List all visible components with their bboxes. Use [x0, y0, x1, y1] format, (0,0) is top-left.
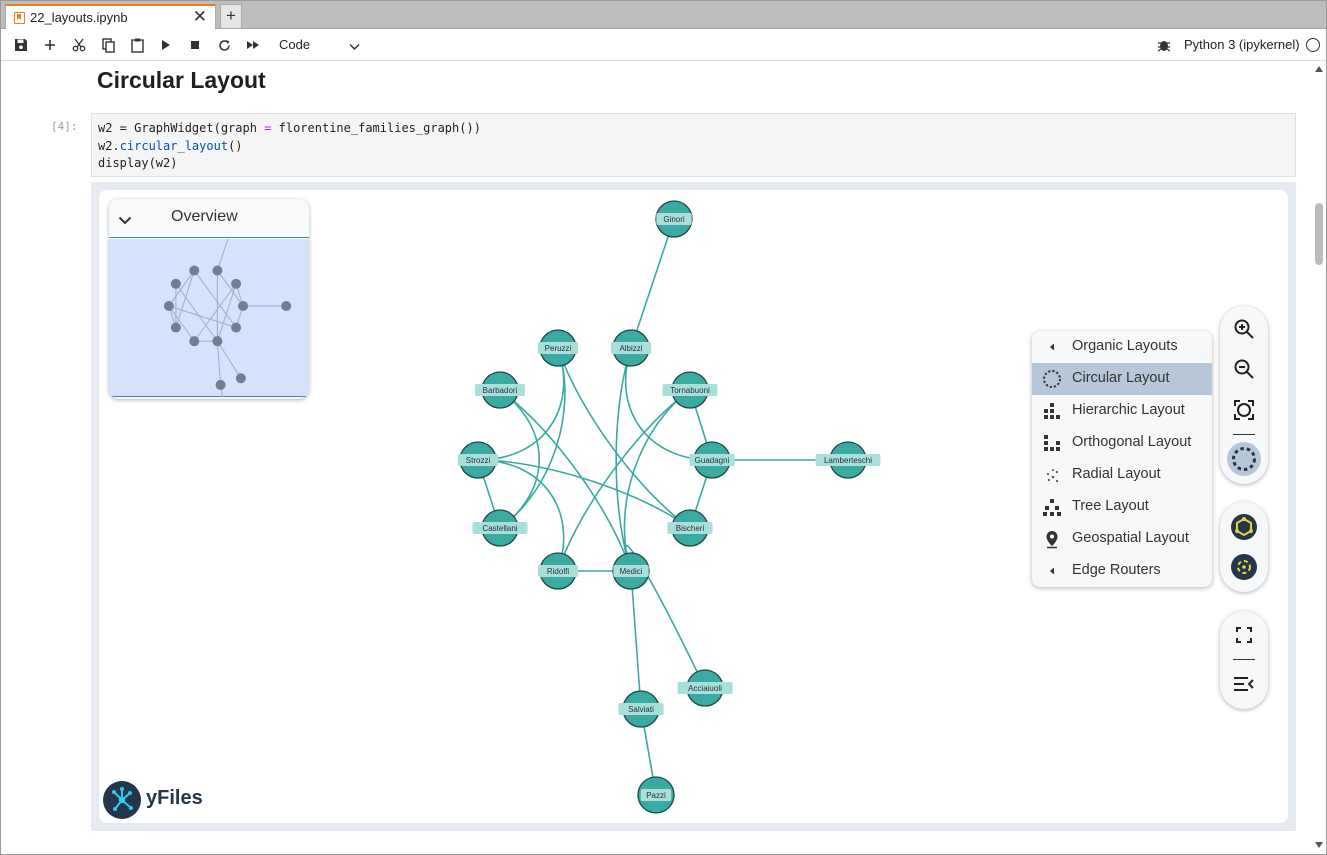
minimap-edge	[216, 340, 242, 379]
scroll-down-icon[interactable]	[1315, 842, 1323, 848]
graph-node-label: Pazzi	[646, 791, 666, 800]
minimap-node	[163, 301, 174, 311]
graph-node-label: Strozzi	[466, 456, 491, 465]
graph-node-castellani[interactable]: Castellani	[472, 509, 528, 547]
menu-item-organic-layouts[interactable]: Organic Layouts	[1032, 331, 1212, 363]
minimap-node	[212, 265, 223, 276]
graph-edge[interactable]	[630, 570, 642, 710]
tree-layout-icon	[1042, 497, 1062, 517]
graph-node-label: Tornabuoni	[670, 386, 710, 395]
menu-item-orthogonal-layout[interactable]: Orthogonal Layout	[1032, 427, 1212, 459]
graph-node-salviati[interactable]: Salviati	[618, 690, 664, 728]
radial-layout-icon	[1042, 465, 1062, 485]
graph-node-pazzi[interactable]: Pazzi	[637, 776, 675, 814]
layout-menu: Organic Layouts Circular Layout Hierarch…	[1032, 331, 1212, 587]
menu-item-hierarchic-layout[interactable]: Hierarchic Layout	[1032, 395, 1212, 427]
overview-minimap[interactable]	[109, 224, 309, 399]
graph-node-label: Bischeri	[676, 524, 705, 533]
fullscreen-icon[interactable]	[1220, 615, 1268, 655]
minimap-node	[189, 336, 200, 347]
graph-node-guadagni[interactable]: Guadagni	[689, 441, 735, 479]
view-tools	[1220, 611, 1268, 709]
circular-layout-icon	[1042, 369, 1062, 389]
minimap-node	[189, 265, 200, 276]
zoom-out-icon[interactable]	[1220, 349, 1268, 389]
divider	[1233, 434, 1255, 435]
scrollbar-thumb[interactable]	[1315, 203, 1323, 265]
vertical-scrollbar[interactable]	[1312, 61, 1326, 854]
graph-node-label: Acciaiuoli	[688, 684, 722, 693]
minimap-node	[231, 322, 242, 333]
minimap-edge	[216, 283, 237, 342]
notebook-window: 22_layouts.ipynb ✕ + Code Python 3 (ipyk…	[0, 0, 1327, 855]
graph-edge[interactable]	[630, 218, 675, 349]
minimap-edge	[175, 283, 218, 342]
graph-node-label: Ginori	[663, 215, 685, 224]
minimap-node	[170, 278, 181, 289]
graph-node-tornabuoni[interactable]: Tornabuoni	[662, 371, 718, 409]
circular-layout-icon[interactable]	[1220, 439, 1268, 479]
data-tools	[1220, 502, 1268, 592]
graph-node-label: Ridolfi	[547, 567, 569, 576]
zoom-controls	[1220, 306, 1268, 484]
minimap-node	[215, 379, 226, 390]
graph-node-peruzzi[interactable]: Peruzzi	[537, 329, 579, 367]
chevron-down-icon[interactable]	[118, 212, 132, 230]
graph-node-ridolfi[interactable]: Ridolfi	[537, 552, 579, 590]
minimap-edge	[193, 283, 237, 342]
neighborhood-icon[interactable]	[1220, 507, 1268, 547]
graph-node-label: Medici	[619, 567, 642, 576]
graph-node-medici[interactable]: Medici	[612, 552, 650, 590]
minimap-graph	[163, 224, 292, 399]
menu-item-circular-layout[interactable]: Circular Layout	[1032, 363, 1212, 395]
yfiles-brand-name: yFiles	[146, 787, 203, 809]
graph-node-acciaiuoli[interactable]: Acciaiuoli	[677, 669, 733, 707]
overview-header[interactable]: Overview	[109, 199, 309, 238]
graph-node-label: Castellani	[482, 524, 517, 533]
menu-item-tree-layout[interactable]: Tree Layout	[1032, 491, 1212, 523]
minimap-node	[170, 322, 181, 333]
minimap-edge	[168, 270, 195, 307]
minimap-edge	[216, 341, 222, 385]
graph-node-barbadori[interactable]: Barbadori	[474, 371, 526, 409]
graph-edge[interactable]	[499, 389, 632, 572]
graph-node-label: Barbadori	[483, 386, 518, 395]
minimap-node	[238, 301, 249, 311]
map-pin-icon	[1042, 529, 1062, 549]
caret-left-icon	[1042, 337, 1062, 357]
minimap-edge	[193, 270, 237, 328]
graph-node-label: Lamberteschi	[824, 456, 872, 465]
minimap-node	[281, 301, 292, 311]
divider	[1233, 659, 1255, 660]
graph-edge[interactable]	[615, 347, 632, 572]
minimap-node	[212, 336, 223, 347]
menu-item-edge-routers[interactable]: Edge Routers	[1032, 555, 1212, 587]
graph-node-label: Salviati	[628, 705, 654, 714]
sidebar-toggle-icon[interactable]	[1220, 664, 1268, 704]
graph-node-label: Guadagni	[695, 456, 730, 465]
yfiles-logo[interactable]	[103, 781, 141, 819]
search-data-icon[interactable]	[1220, 547, 1268, 587]
menu-item-geospatial-layout[interactable]: Geospatial Layout	[1032, 523, 1212, 555]
graph-node-strozzi[interactable]: Strozzi	[457, 441, 499, 479]
minimap-node	[231, 278, 242, 289]
orthogonal-layout-icon	[1042, 433, 1062, 453]
graph-node-albizzi[interactable]: Albizzi	[610, 329, 652, 367]
scroll-up-icon[interactable]	[1315, 66, 1323, 72]
menu-item-radial-layout[interactable]: Radial Layout	[1032, 459, 1212, 491]
fit-content-icon[interactable]	[1220, 390, 1268, 430]
graph-node-ginori[interactable]: Ginori	[655, 200, 693, 238]
graph-edge[interactable]	[499, 389, 540, 529]
zoom-in-icon[interactable]	[1220, 309, 1268, 349]
minimap-node	[235, 373, 246, 384]
graph-node-lamberteschi[interactable]: Lamberteschi	[815, 441, 881, 479]
graph-node-label: Albizzi	[619, 344, 642, 353]
hierarchic-layout-icon	[1042, 401, 1062, 421]
overview-panel[interactable]: Overview	[109, 199, 309, 399]
graph-node-label: Peruzzi	[545, 344, 572, 353]
overview-title: Overview	[171, 208, 238, 225]
minimap-edge	[216, 229, 232, 271]
caret-left-icon	[1042, 561, 1062, 581]
